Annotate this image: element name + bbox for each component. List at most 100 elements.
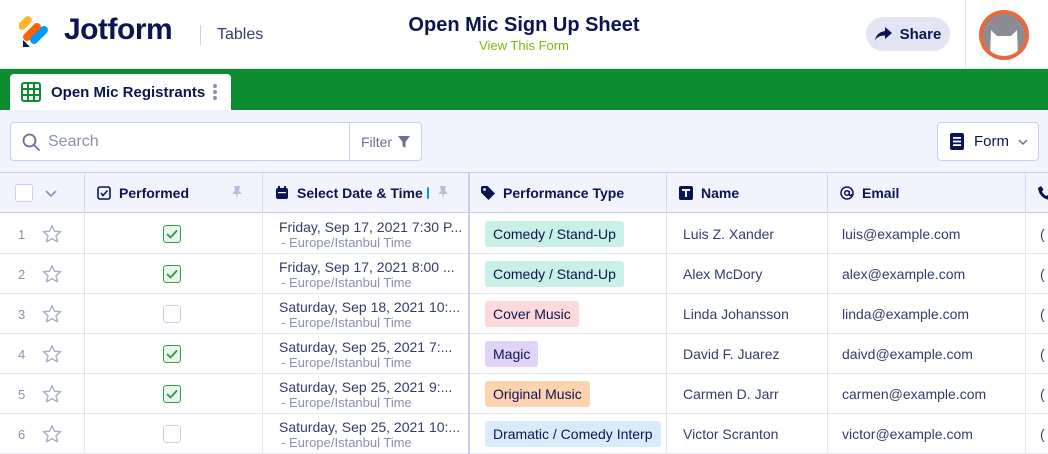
performed-checkbox[interactable]	[163, 265, 181, 283]
date-cell[interactable]: Saturday, Sep 25, 2021 7:... - Europe/Is…	[263, 334, 469, 374]
filter-button[interactable]: Filter	[349, 123, 421, 160]
name-cell[interactable]: Carmen D. Jarr	[667, 374, 828, 414]
performance-type-cell[interactable]: Comedy / Stand-Up	[469, 254, 667, 294]
star-icon[interactable]	[42, 384, 62, 404]
performance-type-cell[interactable]: Cover Music	[469, 294, 667, 334]
filter-funnel-icon	[398, 135, 411, 148]
pin-icon[interactable]	[232, 186, 242, 200]
table-row[interactable]: 1 Friday, Sep 17, 2021 7:30 P... - Europ…	[0, 214, 1048, 254]
table-row[interactable]: 5 Saturday, Sep 25, 2021 9:... - Europe/…	[0, 374, 1048, 414]
date-value: Saturday, Sep 25, 2021 9:...	[279, 378, 453, 395]
performance-type-cell[interactable]: Original Music	[469, 374, 667, 414]
select-all-header	[0, 173, 85, 213]
select-all-checkbox[interactable]	[15, 184, 33, 202]
phone-cell[interactable]: (	[1026, 294, 1048, 334]
brand-name[interactable]: Jotform	[64, 13, 173, 47]
phone-cell[interactable]: (	[1026, 214, 1048, 254]
pin-icon[interactable]	[438, 186, 448, 200]
email-cell[interactable]: victor@example.com	[828, 414, 1026, 454]
email-cell[interactable]: linda@example.com	[828, 294, 1026, 334]
check-icon	[166, 389, 178, 399]
jotform-logo-icon[interactable]	[19, 14, 53, 48]
view-form-link[interactable]: View This Form	[300, 38, 748, 53]
search-input[interactable]	[48, 132, 338, 151]
tab-open-mic-registrants[interactable]: Open Mic Registrants	[10, 74, 231, 110]
performed-cell[interactable]	[85, 294, 263, 334]
user-avatar[interactable]	[979, 10, 1029, 60]
performance-type-cell[interactable]: Comedy / Stand-Up	[469, 214, 667, 254]
performed-checkbox[interactable]	[163, 425, 181, 443]
share-button[interactable]: Share	[866, 17, 950, 51]
phone-cell[interactable]: (	[1026, 334, 1048, 374]
phone-cell[interactable]: (	[1026, 414, 1048, 454]
phone-cell[interactable]: (	[1026, 254, 1048, 294]
row-number: 4	[18, 346, 26, 362]
date-cell[interactable]: Saturday, Sep 25, 2021 10:... - Europe/I…	[263, 414, 469, 454]
name-cell[interactable]: Luis Z. Xander	[667, 214, 828, 254]
date-cell[interactable]: Saturday, Sep 18, 2021 10:... - Europe/I…	[263, 294, 469, 334]
calendar-icon	[276, 186, 288, 199]
phone-value: (	[1040, 386, 1045, 402]
performed-checkbox[interactable]	[163, 345, 181, 363]
email-value: alex@example.com	[842, 266, 966, 282]
email-cell[interactable]: daivd@example.com	[828, 334, 1026, 374]
column-header-name[interactable]: Name	[667, 173, 828, 213]
email-cell[interactable]: carmen@example.com	[828, 374, 1026, 414]
column-header-performance-type[interactable]: Performance Type	[469, 173, 667, 213]
performed-checkbox[interactable]	[163, 305, 181, 323]
timezone-value: - Europe/Istanbul Time	[281, 314, 412, 330]
performance-type-cell[interactable]: Magic	[469, 334, 667, 374]
performance-type-cell[interactable]: Dramatic / Comedy Interp	[469, 414, 667, 454]
table-row[interactable]: 2 Friday, Sep 17, 2021 8:00 ... - Europe…	[0, 254, 1048, 294]
performed-cell[interactable]	[85, 414, 263, 454]
search-box: Filter	[10, 122, 422, 161]
name-cell[interactable]: Victor Scranton	[667, 414, 828, 454]
name-cell[interactable]: Alex McDory	[667, 254, 828, 294]
column-label: Email	[862, 185, 900, 201]
column-resize-handle[interactable]	[427, 187, 429, 199]
star-icon[interactable]	[42, 344, 62, 364]
date-cell[interactable]: Friday, Sep 17, 2021 8:00 ... - Europe/I…	[263, 254, 469, 294]
column-header-phone[interactable]	[1026, 173, 1048, 213]
column-header-performed[interactable]: Performed	[85, 173, 263, 213]
frozen-column-divider	[468, 173, 470, 454]
email-cell[interactable]: luis@example.com	[828, 214, 1026, 254]
row-index-cell: 2	[0, 254, 85, 294]
performed-checkbox[interactable]	[163, 225, 181, 243]
phone-value: (	[1040, 226, 1045, 242]
chevron-down-icon[interactable]	[45, 187, 57, 199]
performance-type-tag: Comedy / Stand-Up	[485, 221, 624, 247]
performed-cell[interactable]	[85, 374, 263, 414]
table-row[interactable]: 6 Saturday, Sep 25, 2021 10:... - Europe…	[0, 414, 1048, 454]
performed-cell[interactable]	[85, 334, 263, 374]
performed-cell[interactable]	[85, 254, 263, 294]
performed-cell[interactable]	[85, 214, 263, 254]
timezone-value: - Europe/Istanbul Time	[281, 234, 412, 250]
email-value: daivd@example.com	[842, 346, 973, 362]
star-icon[interactable]	[42, 304, 62, 324]
more-options-icon[interactable]	[213, 84, 217, 100]
column-header-date[interactable]: Select Date & Time	[263, 173, 469, 213]
phone-cell[interactable]: (	[1026, 374, 1048, 414]
date-value: Saturday, Sep 25, 2021 7:...	[279, 338, 453, 355]
table-row[interactable]: 4 Saturday, Sep 25, 2021 7:... - Europe/…	[0, 334, 1048, 374]
column-header-email[interactable]: Email	[828, 173, 1026, 213]
date-cell[interactable]: Friday, Sep 17, 2021 7:30 P... - Europe/…	[263, 214, 469, 254]
star-icon[interactable]	[42, 424, 62, 444]
email-value: linda@example.com	[842, 306, 970, 322]
name-cell[interactable]: Linda Johansson	[667, 294, 828, 334]
name-cell[interactable]: David F. Juarez	[667, 334, 828, 374]
form-view-button[interactable]: Form	[937, 122, 1039, 161]
performed-checkbox[interactable]	[163, 385, 181, 403]
star-icon[interactable]	[42, 264, 62, 284]
form-document-icon	[950, 133, 964, 150]
table-row[interactable]: 3 Saturday, Sep 18, 2021 10:... - Europe…	[0, 294, 1048, 334]
timezone-value: - Europe/Istanbul Time	[281, 274, 412, 290]
phone-icon	[1038, 186, 1048, 200]
email-cell[interactable]: alex@example.com	[828, 254, 1026, 294]
date-cell[interactable]: Saturday, Sep 25, 2021 9:... - Europe/Is…	[263, 374, 469, 414]
avatar-icon	[983, 14, 1025, 56]
star-icon[interactable]	[42, 224, 62, 244]
check-icon	[166, 269, 178, 279]
table-toolbar: Filter Form	[0, 110, 1048, 172]
